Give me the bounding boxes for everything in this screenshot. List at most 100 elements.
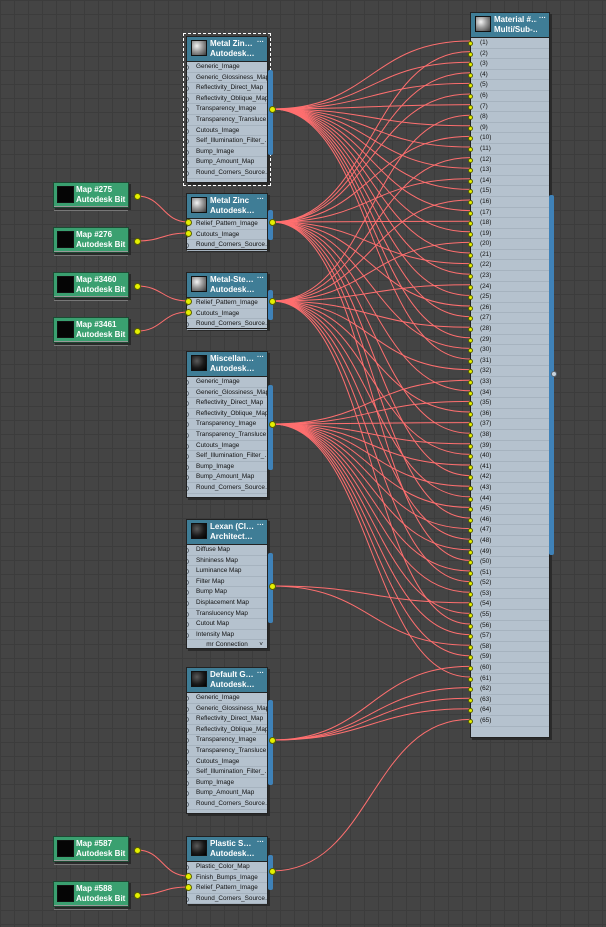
sub-material-slot[interactable]: (45) (468, 504, 549, 515)
material-output-socket[interactable] (551, 371, 557, 377)
input-socket[interactable] (468, 401, 473, 407)
slot-row[interactable]: Bump Map (187, 587, 267, 598)
slot-row[interactable]: Finish_Bumps_Image (187, 873, 267, 884)
node-header[interactable]: Material #… Multi/Sub-… ··· (471, 13, 549, 38)
input-socket[interactable] (187, 569, 189, 575)
sub-material-slot[interactable]: (46) (468, 515, 549, 526)
sub-material-slot[interactable]: (8) (468, 112, 549, 123)
input-socket[interactable] (187, 128, 189, 134)
output-socket[interactable] (268, 736, 276, 744)
map-node-3460[interactable]: Map #3460Autodesk Bit… (53, 272, 129, 301)
input-socket[interactable] (468, 380, 473, 385)
input-socket[interactable] (187, 107, 189, 113)
output-socket[interactable] (184, 308, 192, 316)
input-socket[interactable] (187, 160, 189, 166)
input-socket[interactable] (468, 274, 473, 280)
output-socket[interactable] (133, 282, 141, 290)
sub-material-slot[interactable]: (40) (468, 451, 549, 462)
input-socket[interactable] (187, 139, 189, 145)
input-socket[interactable] (468, 263, 473, 269)
sub-material-slot[interactable]: (17) (468, 208, 549, 219)
node-header[interactable]: Metal Zinc Autodesk… ··· (187, 194, 267, 219)
input-socket[interactable] (187, 590, 189, 596)
slot-row[interactable]: Reflectivity_Direct_Map (187, 714, 267, 725)
input-socket[interactable] (187, 86, 189, 92)
input-socket[interactable] (187, 401, 189, 407)
input-socket[interactable] (468, 125, 473, 131)
rollout-mr-connection[interactable]: mr Connection ˅ (187, 640, 267, 651)
sub-material-slot[interactable]: (65) (468, 716, 549, 727)
slot-row[interactable]: Reflectivity_Oblique_Map (187, 409, 267, 420)
material-node-lexan[interactable]: Lexan (Cl… Architect… ··· Diffuse Map Shini… (186, 519, 268, 649)
input-socket[interactable] (468, 528, 473, 534)
sub-material-slot[interactable]: (55) (468, 610, 549, 621)
input-socket[interactable] (468, 464, 473, 470)
input-socket[interactable] (187, 865, 189, 870)
input-socket[interactable] (468, 666, 473, 672)
input-socket[interactable] (468, 411, 473, 417)
sub-material-slot[interactable]: (9) (468, 123, 549, 134)
input-socket[interactable] (187, 411, 189, 417)
material-node-metal-zinc-1[interactable]: Metal Zin… Autodesk… ··· Generic_Image Gene… (183, 33, 271, 186)
node-header[interactable]: Lexan (Cl… Architect… ··· (187, 520, 267, 545)
material-node-metal-zinc-2[interactable]: Metal Zinc Autodesk… ··· Relief_Pattern_Im… (186, 193, 268, 251)
input-socket[interactable] (468, 697, 473, 703)
slot-row[interactable]: Cutouts_Image (187, 230, 267, 241)
input-socket[interactable] (468, 432, 473, 438)
sub-material-slot[interactable]: (30) (468, 345, 549, 356)
material-node-miscellaneous[interactable]: Miscellan… Autodesk… ··· Generic_Image Gene… (186, 351, 268, 498)
output-socket[interactable] (268, 218, 276, 226)
slot-row[interactable]: Self_Illumination_Filter_… (187, 767, 267, 778)
input-socket[interactable] (187, 464, 189, 470)
output-socket[interactable] (184, 872, 192, 880)
input-socket[interactable] (187, 454, 189, 460)
slot-row[interactable]: Reflectivity_Oblique_Map (187, 94, 267, 105)
sub-material-slot[interactable]: (58) (468, 642, 549, 653)
input-socket[interactable] (187, 380, 189, 385)
slot-row[interactable]: Bump_Image (187, 147, 267, 158)
input-socket[interactable] (468, 581, 473, 587)
slot-row[interactable]: Reflectivity_Oblique_Map (187, 725, 267, 736)
slot-row[interactable]: Cutouts_Image (187, 441, 267, 452)
slot-row[interactable]: Translucency Map (187, 609, 267, 620)
map-node-3461[interactable]: Map #3461Autodesk Bit… (53, 317, 129, 346)
input-socket[interactable] (468, 454, 473, 460)
node-menu-icon[interactable]: ··· (257, 196, 264, 204)
slot-row[interactable]: Filter Map (187, 577, 267, 588)
output-socket[interactable] (184, 218, 192, 226)
node-header[interactable]: Default G… Autodesk… ··· (187, 668, 267, 693)
input-socket[interactable] (468, 644, 473, 650)
input-socket[interactable] (187, 548, 189, 553)
input-socket[interactable] (187, 443, 189, 449)
material-node-multi-sub-object[interactable]: Material #… Multi/Sub-… ··· (1) (2) (3) (4) (5… (468, 12, 550, 738)
sub-material-slot[interactable]: (49) (468, 547, 549, 558)
slot-row[interactable]: Diffuse Map (187, 545, 267, 556)
sub-material-slot[interactable]: (51) (468, 568, 549, 579)
output-socket[interactable] (133, 891, 141, 899)
sub-material-slot[interactable]: (59) (468, 652, 549, 664)
sub-material-slot[interactable]: (62) (468, 684, 549, 695)
material-node-plastic[interactable]: Plastic S… Autodesk… ··· Plastic_Color_Map… (186, 836, 268, 905)
slot-row[interactable]: Relief_Pattern_Image (187, 298, 267, 309)
slot-row[interactable]: Transparency_Transluce… (187, 115, 267, 126)
input-socket[interactable] (468, 560, 473, 566)
slot-row[interactable]: Cutouts_Image (187, 757, 267, 768)
sub-material-slot[interactable]: (57) (468, 631, 549, 642)
input-socket[interactable] (468, 623, 473, 629)
input-socket[interactable] (187, 622, 189, 628)
sub-material-slot[interactable]: (36) (468, 409, 549, 420)
slot-row[interactable]: Cutouts_Image (187, 126, 267, 137)
input-socket[interactable] (468, 199, 473, 205)
slot-row[interactable]: Round_Corners_Source… (187, 483, 267, 494)
sub-material-slot[interactable]: (33) (468, 377, 549, 388)
input-socket[interactable] (468, 676, 473, 682)
input-socket[interactable] (468, 496, 473, 502)
output-socket[interactable] (184, 229, 192, 237)
output-socket[interactable] (133, 846, 141, 854)
input-socket[interactable] (468, 104, 473, 110)
output-socket[interactable] (133, 327, 141, 335)
sub-material-slot[interactable]: (13) (468, 165, 549, 176)
slot-row[interactable]: Reflectivity_Direct_Map (187, 398, 267, 409)
sub-material-slot[interactable]: (39) (468, 441, 549, 452)
sub-material-slot[interactable]: (10) (468, 133, 549, 144)
